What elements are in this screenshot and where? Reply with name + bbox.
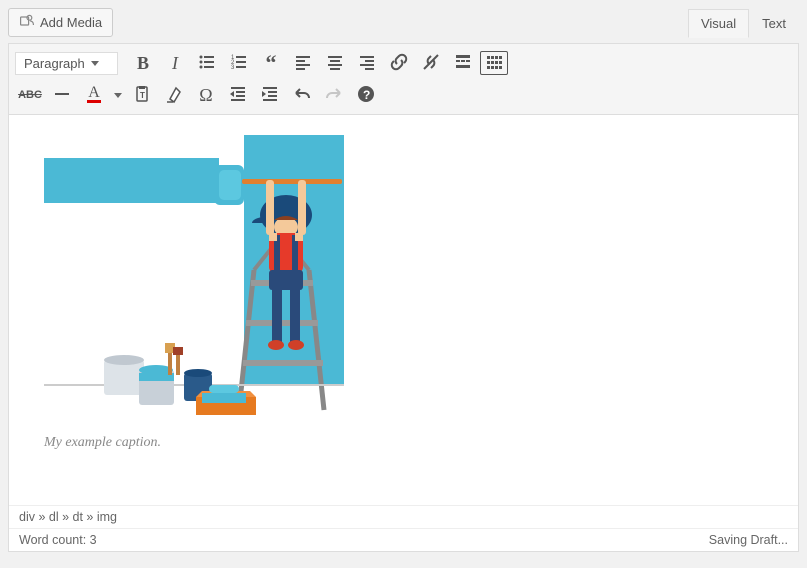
media-icon xyxy=(19,13,35,32)
editor-mode-tabs: Visual Text xyxy=(688,9,799,38)
toolbar: Paragraph B I 123 “ ABC A xyxy=(9,44,798,115)
redo-icon xyxy=(324,84,344,107)
text-color-chevron[interactable] xyxy=(111,80,125,110)
add-media-button[interactable]: Add Media xyxy=(8,8,113,37)
tab-visual[interactable]: Visual xyxy=(688,9,749,38)
unlink-icon xyxy=(421,52,441,75)
outdent-button[interactable] xyxy=(223,80,253,110)
align-left-icon xyxy=(293,52,313,75)
align-left-button[interactable] xyxy=(288,48,318,78)
tab-text[interactable]: Text xyxy=(749,9,799,38)
italic-button[interactable]: I xyxy=(160,48,190,78)
text-color-button[interactable]: A xyxy=(79,80,109,110)
special-character-button[interactable]: Ω xyxy=(191,80,221,110)
paste-text-icon: T xyxy=(132,84,152,107)
blockquote-button[interactable]: “ xyxy=(256,48,286,78)
toolbar-toggle-button[interactable] xyxy=(480,51,508,75)
align-right-icon xyxy=(357,52,377,75)
indent-icon xyxy=(260,84,280,107)
text-color-icon: A xyxy=(87,87,101,103)
format-label: Paragraph xyxy=(24,56,85,71)
undo-icon xyxy=(292,84,312,107)
strikethrough-button[interactable]: ABC xyxy=(15,80,45,110)
strikethrough-icon: ABC xyxy=(18,89,42,101)
help-button[interactable]: ? xyxy=(351,80,381,110)
undo-button[interactable] xyxy=(287,80,317,110)
link-icon xyxy=(389,52,409,75)
format-dropdown[interactable]: Paragraph xyxy=(15,52,118,75)
read-more-icon xyxy=(453,52,473,75)
link-button[interactable] xyxy=(384,48,414,78)
svg-text:?: ? xyxy=(363,88,370,102)
numbered-list-button[interactable]: 123 xyxy=(224,48,254,78)
chevron-down-icon xyxy=(114,93,122,98)
redo-button[interactable] xyxy=(319,80,349,110)
bold-icon: B xyxy=(137,53,149,74)
italic-icon: I xyxy=(172,53,178,74)
svg-text:T: T xyxy=(140,91,145,100)
svg-text:3: 3 xyxy=(231,65,235,71)
status-bar: Word count: 3 Saving Draft... xyxy=(9,528,798,551)
horizontal-rule-button[interactable] xyxy=(47,80,77,110)
read-more-button[interactable] xyxy=(448,48,478,78)
save-status: Saving Draft... xyxy=(709,533,788,547)
clear-formatting-icon xyxy=(164,84,184,107)
painter-illustration xyxy=(44,135,344,425)
horizontal-rule-icon xyxy=(52,84,72,107)
add-media-label: Add Media xyxy=(40,15,102,30)
clear-formatting-button[interactable] xyxy=(159,80,189,110)
bullet-list-icon xyxy=(197,52,217,75)
unlink-button[interactable] xyxy=(416,48,446,78)
align-center-icon xyxy=(325,52,345,75)
toolbar-toggle-icon xyxy=(484,52,504,75)
omega-icon: Ω xyxy=(199,85,212,106)
bullet-list-button[interactable] xyxy=(192,48,222,78)
word-count: Word count: 3 xyxy=(19,533,97,547)
numbered-list-icon: 123 xyxy=(229,52,249,75)
chevron-down-icon xyxy=(91,61,99,66)
bold-button[interactable]: B xyxy=(128,48,158,78)
editor-content[interactable]: My example caption. xyxy=(9,115,798,505)
help-icon: ? xyxy=(356,84,376,107)
align-right-button[interactable] xyxy=(352,48,382,78)
editor-container: Paragraph B I 123 “ ABC A xyxy=(8,43,799,552)
outdent-icon xyxy=(228,84,248,107)
paste-text-button[interactable]: T xyxy=(127,80,157,110)
blockquote-icon: “ xyxy=(266,50,277,76)
indent-button[interactable] xyxy=(255,80,285,110)
image-caption[interactable]: My example caption. xyxy=(44,435,763,451)
inserted-image[interactable] xyxy=(44,135,344,425)
align-center-button[interactable] xyxy=(320,48,350,78)
element-path[interactable]: div » dl » dt » img xyxy=(9,505,798,528)
